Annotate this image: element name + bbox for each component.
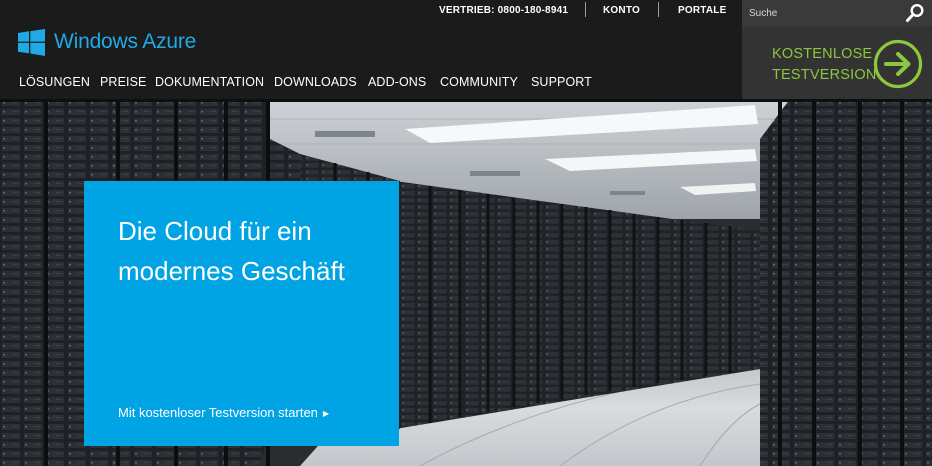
caret-right-icon: ▶ <box>322 409 330 418</box>
nav-item-addons[interactable]: ADD-ONS <box>368 75 426 89</box>
nav-item-community[interactable]: COMMUNITY <box>440 75 518 89</box>
hero-title: Die Cloud für ein modernes Geschäft <box>118 211 388 291</box>
nav-item-support[interactable]: SUPPORT <box>531 75 592 89</box>
sales-phone-link[interactable]: VERTRIEB: 0800-180-8941 <box>439 5 568 16</box>
start-trial-label: Mit kostenloser Testversion starten <box>118 405 318 420</box>
search-button[interactable] <box>904 2 926 24</box>
hero-banner: Die Cloud für ein modernes Geschäft Mit … <box>0 99 932 466</box>
nav-item-downloads[interactable]: DOWNLOADS <box>274 75 357 89</box>
arrow-right-circle-icon <box>873 39 923 89</box>
utility-divider <box>585 2 586 17</box>
account-link[interactable]: KONTO <box>603 5 640 16</box>
nav-item-dokumentation[interactable]: DOKUMENTATION <box>155 75 264 89</box>
hero-title-line1: Die Cloud für ein <box>118 216 312 246</box>
start-trial-link[interactable]: Mit kostenloser Testversion starten ▶ <box>118 405 329 420</box>
trial-label-line1: KOSTENLOSE <box>772 46 873 62</box>
brand-name: Windows Azure <box>54 30 197 53</box>
nav-item-loesungen[interactable]: LÖSUNGEN <box>19 75 90 89</box>
site-header: VERTRIEB: 0800-180-8941 KONTO PORTALE Wi… <box>0 0 932 99</box>
hero-promo-box: Die Cloud für ein modernes Geschäft Mit … <box>84 181 399 446</box>
free-trial-button[interactable]: KOSTENLOSE TESTVERSION <box>742 26 932 99</box>
windows-logo-icon <box>18 28 45 56</box>
brand-logo[interactable]: Windows Azure <box>18 28 196 56</box>
nav-item-preise[interactable]: PREISE <box>100 75 146 89</box>
trial-label-line2: TESTVERSION <box>772 67 877 83</box>
hero-title-line2: modernes Geschäft <box>118 256 345 286</box>
utility-nav: VERTRIEB: 0800-180-8941 KONTO PORTALE <box>0 0 742 22</box>
portals-link[interactable]: PORTALE <box>678 5 726 16</box>
search-icon <box>906 3 924 22</box>
search-input[interactable] <box>742 0 902 26</box>
utility-divider <box>658 2 659 17</box>
